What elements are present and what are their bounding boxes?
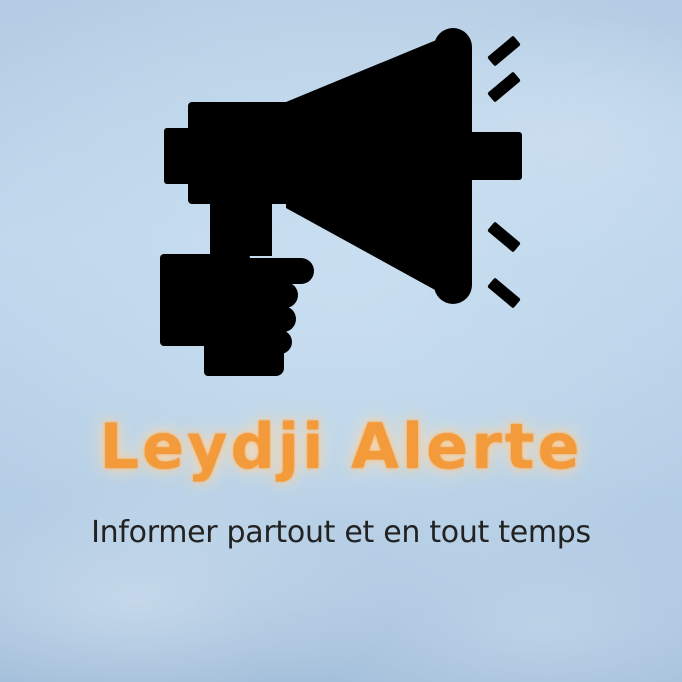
brand-title: Leydji Alerte	[99, 410, 583, 483]
brand-tagline: Informer partout et en tout temps	[91, 515, 591, 550]
poster: Leydji Alerte Informer partout et en tou…	[0, 0, 682, 682]
megaphone-in-hand-icon	[160, 28, 522, 376]
